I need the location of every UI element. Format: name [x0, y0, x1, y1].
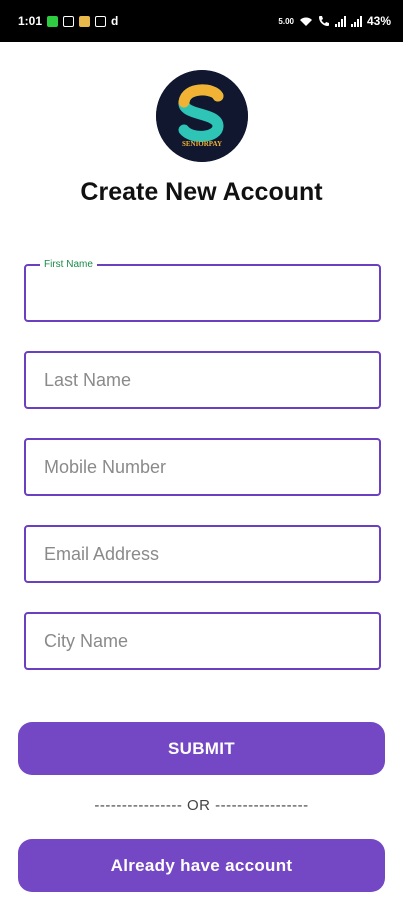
call-icon [318, 16, 329, 26]
gmail-icon [63, 15, 75, 27]
status-time: 1:01 [18, 14, 43, 28]
status-bar-right: 5.00 43% [278, 14, 391, 28]
first-name-field[interactable]: First Name [24, 259, 381, 322]
email-address-field[interactable] [24, 525, 381, 583]
city-name-input[interactable] [26, 614, 379, 668]
mobile-number-input[interactable] [26, 440, 379, 494]
seniorpay-logo-icon: SENIORPAY [156, 70, 248, 162]
mobile-number-field[interactable] [24, 438, 381, 496]
last-name-field[interactable] [24, 351, 381, 409]
logo-text: SENIORPAY [182, 140, 222, 148]
app-logo: SENIORPAY [156, 70, 248, 162]
first-name-input[interactable] [26, 266, 379, 320]
first-name-label: First Name [40, 259, 97, 270]
signal-icon [334, 15, 346, 27]
network-speed: 5.00 [278, 16, 294, 26]
app-notification-icon [79, 15, 91, 27]
signal-icon [350, 15, 362, 27]
status-bar: 1:01 d 5.00 43% [0, 0, 403, 42]
page-title: Create New Account [80, 178, 323, 206]
last-name-input[interactable] [26, 353, 379, 407]
city-name-field[interactable] [24, 612, 381, 670]
gmail-icon [95, 15, 107, 27]
app-notification-letter: d [111, 14, 119, 28]
or-divider: ---------------- OR ----------------- [94, 797, 309, 814]
submit-button[interactable]: SUBMIT [18, 722, 385, 775]
email-address-input[interactable] [26, 527, 379, 581]
battery-level: 43% [366, 14, 391, 28]
already-have-account-button[interactable]: Already have account [18, 839, 385, 892]
status-bar-left: 1:01 d [18, 14, 118, 28]
whatsapp-icon [47, 15, 59, 27]
wifi-icon [299, 17, 312, 26]
